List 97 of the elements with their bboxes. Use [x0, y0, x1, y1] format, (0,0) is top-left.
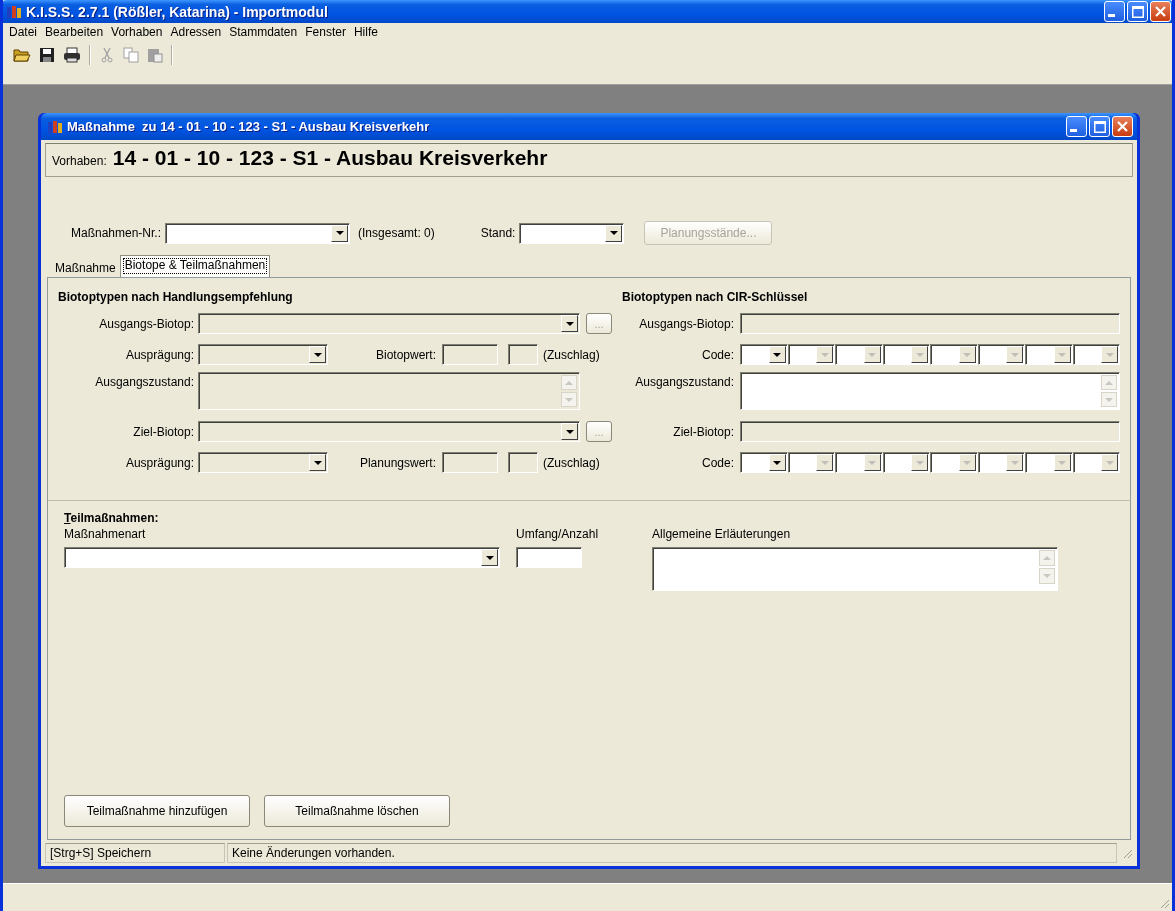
caret-icon [773, 352, 781, 357]
caret-icon [820, 352, 829, 357]
caret-icon [1058, 352, 1066, 357]
caret-icon [609, 231, 618, 235]
caret-icon [773, 460, 781, 465]
field-label: Ausgangs-Biotop: [98, 316, 195, 331]
column-label: Allgemeine Erläuterungen [652, 527, 792, 541]
maximize-button[interactable] [1127, 1, 1148, 22]
caret-icon [1105, 460, 1114, 465]
up-arrow-icon [1043, 556, 1052, 560]
app-icon [47, 118, 63, 135]
action-button[interactable]: Teilmaßnahme löschen [264, 795, 450, 827]
caret-icon [820, 460, 829, 465]
caret-icon [868, 460, 876, 465]
column-label: Maßnahmenart [64, 527, 147, 541]
dropdown[interactable] [740, 452, 788, 473]
menu-item[interactable]: Stammdaten [225, 25, 302, 39]
field-label: Ziel-Biotop: [132, 424, 195, 439]
field-label: (Zuschlag) [543, 347, 600, 362]
caret-icon [1058, 460, 1066, 465]
field-label: Code: [700, 347, 735, 362]
window-title: K.I.S.S. 2.7.1 (Rößler, Katarina) - Importmodul [26, 3, 328, 20]
caret-icon [963, 460, 971, 465]
input-field[interactable] [442, 344, 498, 365]
down-arrow-icon [1043, 574, 1052, 578]
caret-icon [313, 352, 322, 357]
field-label: Stand: [480, 226, 516, 240]
minimize-icon [1108, 14, 1115, 17]
caret-icon [485, 555, 494, 560]
menu-item[interactable]: Hilfe [349, 25, 382, 39]
caret-icon [335, 231, 344, 235]
field-label: Ausgangszustand: [94, 374, 195, 389]
caret-icon [915, 352, 924, 357]
field-label: Ausgangszustand: [634, 374, 735, 389]
dropdown[interactable] [165, 222, 351, 244]
maximize-icon [1131, 5, 1144, 18]
up-arrow-icon [1105, 380, 1113, 385]
caret-icon [1010, 352, 1019, 357]
input-field[interactable] [516, 547, 582, 568]
input-field[interactable] [442, 452, 498, 473]
field-label: (Zuschlag) [543, 455, 600, 470]
menu-item[interactable]: Adressen [166, 25, 226, 39]
resize-grip-icon [1121, 847, 1133, 859]
caret-icon [1105, 352, 1114, 357]
menu-item[interactable]: Vorhaben [107, 25, 167, 39]
field-label: Ausprägung: [124, 347, 195, 362]
caret-icon [868, 352, 876, 357]
field-label: Maßnahmen-Nr.: [71, 226, 162, 240]
close-icon [1117, 121, 1128, 132]
up-arrow-icon [565, 380, 573, 385]
menu-item[interactable]: Bearbeiten [41, 25, 108, 39]
minimize-button[interactable] [1066, 116, 1087, 137]
dropdown[interactable] [519, 222, 625, 244]
input-field[interactable] [508, 344, 538, 365]
project-title: 14 - 01 - 10 - 123 - S1 - Ausbau Kreisverkehr [112, 146, 548, 170]
menu-item[interactable]: Datei [5, 25, 41, 39]
section-title: Teilmaßnahmen: [64, 511, 160, 525]
input-field[interactable] [508, 452, 538, 473]
section-title: Biotoptypen nach Handlungsempfehlung [58, 290, 294, 306]
field-label: Ausgangs-Biotop: [638, 316, 735, 331]
app-icon [6, 3, 22, 20]
column-label: Umfang/Anzahl [516, 527, 599, 541]
dropdown[interactable] [64, 547, 500, 568]
caret-icon [963, 352, 971, 357]
menu-item[interactable]: Fenster [301, 25, 350, 39]
maximize-button[interactable] [1089, 116, 1110, 137]
section-title: Biotoptypen nach CIR-Schlüssel [622, 290, 809, 306]
field-label: Biotopwert: [374, 347, 436, 362]
printer-icon[interactable] [63, 47, 81, 63]
action-button[interactable]: Teilmaßnahme hinzufügen [64, 795, 250, 827]
field-label: Ausprägung: [124, 455, 195, 470]
maximize-icon [1093, 120, 1106, 133]
tab[interactable]: Biotope & Teilmaßnahmen [119, 255, 271, 277]
header-label: Vorhaben: [52, 154, 107, 168]
caret-icon [565, 429, 574, 434]
down-arrow-icon [565, 397, 573, 402]
total-count: (Insgesamt: 0) [358, 226, 435, 240]
folder-icon[interactable] [13, 47, 31, 63]
caret-icon [1010, 460, 1019, 465]
caret-icon [565, 321, 574, 326]
resize-grip-icon [1158, 897, 1170, 909]
close-button[interactable] [1112, 116, 1133, 137]
field-label: Planungswert: [358, 455, 436, 470]
status-text: [Strg+S] Speichern [45, 843, 225, 863]
down-arrow-icon [1105, 397, 1113, 402]
minimize-icon [1070, 129, 1077, 132]
close-button[interactable] [1150, 1, 1171, 22]
window-title: Maßnahme zu 14 - 01 - 10 - 123 - S1 - Ausbau Kreisverkehr [67, 119, 430, 134]
caret-icon [915, 460, 924, 465]
close-icon [1155, 6, 1166, 17]
minimize-button[interactable] [1104, 1, 1125, 22]
status-text: Keine Änderungen vorhanden. [227, 843, 1117, 863]
field-label: Ziel-Biotop: [672, 424, 735, 439]
field-label: Code: [700, 455, 735, 470]
caret-icon [313, 460, 322, 465]
tab[interactable]: Maßnahme [51, 259, 120, 277]
dropdown[interactable] [740, 344, 788, 365]
